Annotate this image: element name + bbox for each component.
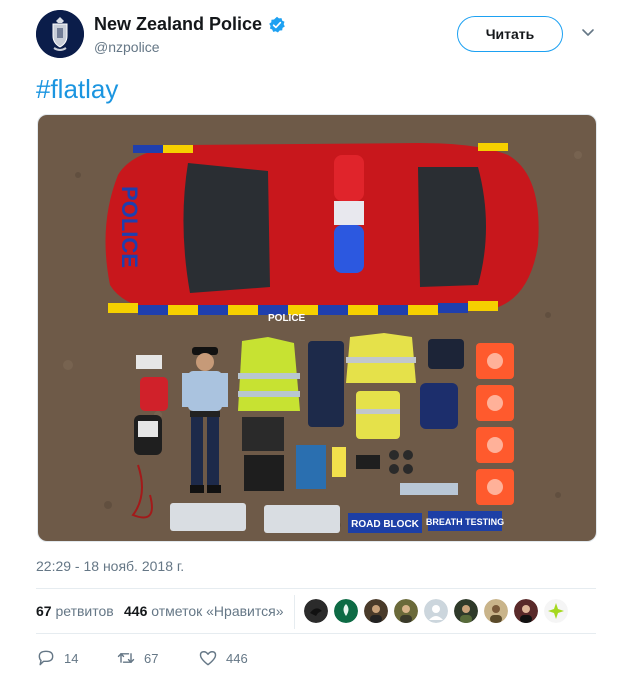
stats-divider [294, 595, 295, 629]
flatlay-photo-image: POLICE POLICE ROAD BLOCK BREATH TESTING [38, 115, 596, 541]
follow-button[interactable]: Читать [457, 16, 563, 52]
likes-count: 446 [124, 603, 148, 619]
liker-avatar[interactable] [394, 599, 418, 623]
liker-avatar[interactable] [484, 599, 508, 623]
likes-label: отметок «Нравится» [151, 603, 284, 619]
display-name[interactable]: New Zealand Police [94, 14, 262, 35]
liker-avatar[interactable] [304, 599, 328, 623]
username-handle[interactable]: @nzpolice [94, 39, 160, 55]
liker-avatar[interactable] [364, 599, 388, 623]
liker-avatar[interactable] [454, 599, 478, 623]
retweet-icon [117, 653, 135, 663]
liker-avatars [304, 599, 568, 625]
chevron-down-icon[interactable] [580, 24, 596, 40]
person-avatar-icon [454, 599, 478, 623]
liker-avatar[interactable] [424, 599, 448, 623]
retweets-count: 67 [36, 603, 52, 619]
verified-badge-icon [269, 16, 285, 32]
default-avatar-icon [424, 599, 448, 623]
police-crest-icon [36, 10, 84, 58]
road-block-sign-text: ROAD BLOCK [351, 519, 420, 530]
hashtag-link[interactable]: #flatlay [36, 74, 118, 105]
car-door-text: POLICE [268, 313, 306, 324]
person-avatar-icon [514, 599, 538, 623]
tweet-timestamp[interactable]: 22:29 - 18 нояб. 2018 г. [36, 558, 184, 574]
bird-avatar-icon [304, 599, 328, 623]
reply-count: 14 [64, 650, 79, 666]
person-avatar-icon [364, 599, 388, 623]
retweet-action[interactable]: 67 [116, 648, 158, 668]
retweets-stat[interactable]: 67 ретвитов [36, 603, 114, 619]
heart-icon [199, 651, 217, 666]
like-count: 446 [226, 650, 248, 666]
tweet-stats: 67 ретвитов 446 отметок «Нравится» [36, 588, 596, 634]
likes-stat[interactable]: 446 отметок «Нравится» [124, 603, 284, 619]
reply-action[interactable]: 14 [36, 648, 78, 668]
leaf-avatar-icon [334, 599, 358, 623]
profile-avatar[interactable] [36, 10, 84, 58]
person-avatar-icon [484, 599, 508, 623]
liker-avatar[interactable] [514, 599, 538, 623]
retweets-label: ретвитов [55, 603, 114, 619]
tweet-photo[interactable]: POLICE POLICE ROAD BLOCK BREATH TESTING [37, 114, 597, 542]
tweet-actions: 14 67 446 [36, 648, 436, 670]
reply-icon [38, 650, 54, 666]
police-car-graphic: POLICE POLICE [105, 143, 539, 324]
sparkle-avatar-icon [544, 599, 568, 623]
liker-avatar[interactable] [334, 599, 358, 623]
retweet-count: 67 [144, 650, 159, 666]
like-action[interactable]: 446 [198, 648, 248, 668]
car-police-text: POLICE [117, 186, 142, 268]
tweet-header: New Zealand Police @nzpolice Читать [36, 10, 596, 60]
breath-testing-sign-text: BREATH TESTING [426, 517, 504, 527]
liker-avatar[interactable] [544, 599, 568, 623]
person-avatar-icon [394, 599, 418, 623]
